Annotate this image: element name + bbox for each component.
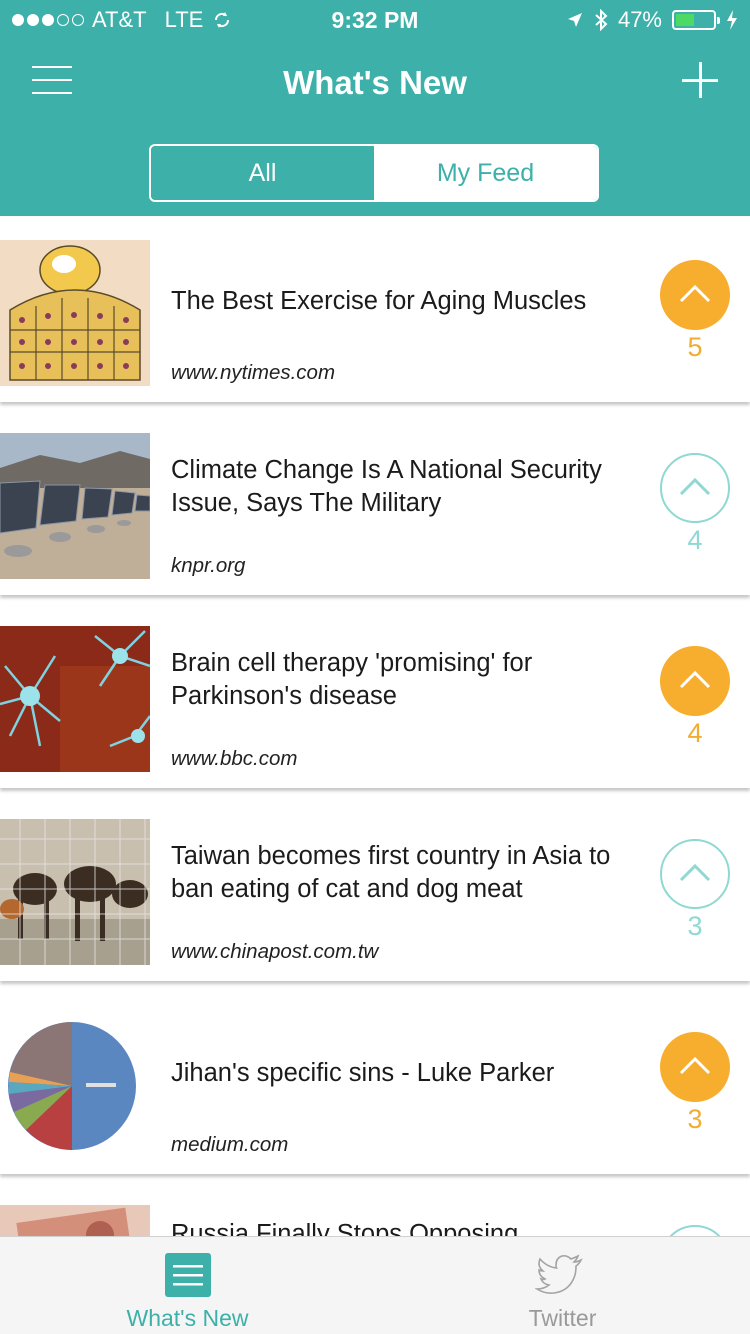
article-title[interactable]: Taiwan becomes first country in Asia to …	[171, 840, 651, 906]
charging-bolt-icon	[727, 10, 737, 30]
article-source: knpr.org	[171, 554, 246, 577]
tab-label: Twitter	[528, 1305, 597, 1331]
vote-count: 3	[687, 1104, 703, 1134]
upvote-button[interactable]	[660, 1225, 730, 1236]
article-thumbnail	[0, 626, 150, 772]
tab-twitter[interactable]: Twitter	[375, 1237, 750, 1334]
upvote-button[interactable]	[660, 646, 730, 716]
twitter-bird-icon	[535, 1254, 583, 1294]
chevron-up-icon	[679, 670, 711, 689]
feed-item[interactable]: Brain cell therapy 'promising' for Parki…	[0, 602, 750, 788]
tab-whats-new[interactable]: What's New	[0, 1237, 375, 1334]
chevron-up-icon	[679, 863, 711, 882]
bluetooth-icon	[595, 9, 608, 31]
feed-item[interactable]: Taiwan becomes first country in Asia to …	[0, 795, 750, 981]
chevron-up-icon	[679, 1056, 711, 1075]
upvote-button[interactable]	[660, 839, 730, 909]
segment-all[interactable]: All	[151, 146, 374, 200]
article-thumbnail	[0, 1012, 150, 1158]
chevron-up-icon	[660, 1225, 730, 1236]
page-title: What's New	[283, 64, 467, 101]
vote-count: 4	[687, 525, 703, 555]
feed-item[interactable]: Russia Finally Stops Opposing	[0, 1181, 750, 1236]
nav-header: AT&T LTE 9:32 PM 47% What's New All My F…	[0, 0, 750, 216]
article-source: www.nytimes.com	[171, 361, 336, 384]
article-thumbnail	[0, 240, 150, 386]
feed-segmented-control: All My Feed	[149, 144, 599, 202]
battery-percent: 47%	[617, 7, 662, 32]
article-title[interactable]: Climate Change Is A National Security Is…	[171, 454, 651, 520]
upvote-button[interactable]	[660, 453, 730, 523]
tab-bar: What's New Twitter	[0, 1236, 750, 1334]
segment-my-feed[interactable]: My Feed	[374, 146, 597, 200]
article-title[interactable]: Russia Finally Stops Opposing	[171, 1218, 651, 1236]
article-title[interactable]: Jihan's specific sins - Luke Parker	[171, 1057, 651, 1090]
vote-count: 4	[687, 718, 703, 748]
location-arrow-icon	[567, 13, 582, 27]
article-title[interactable]: The Best Exercise for Aging Muscles	[171, 285, 651, 318]
chevron-up-icon	[679, 284, 711, 303]
upvote-button[interactable]	[660, 1032, 730, 1102]
article-title[interactable]: Brain cell therapy 'promising' for Parki…	[171, 647, 651, 713]
article-thumbnail	[0, 1205, 150, 1236]
list-icon	[165, 1253, 211, 1297]
add-icon[interactable]	[682, 62, 718, 98]
upvote-button[interactable]	[660, 260, 730, 330]
feed-item[interactable]: Jihan's specific sins - Luke Parker medi…	[0, 988, 750, 1174]
news-feed-list[interactable]: The Best Exercise for Aging Muscles www.…	[0, 216, 750, 1236]
chevron-up-icon	[679, 477, 711, 496]
article-thumbnail	[0, 433, 150, 579]
feed-item[interactable]: The Best Exercise for Aging Muscles www.…	[0, 216, 750, 402]
battery-icon	[672, 10, 720, 30]
tab-label: What's New	[126, 1305, 249, 1331]
article-source: medium.com	[171, 1133, 289, 1156]
article-source: www.chinapost.com.tw	[171, 940, 379, 963]
feed-item[interactable]: Climate Change Is A National Security Is…	[0, 409, 750, 595]
status-bar: AT&T LTE 9:32 PM 47%	[0, 0, 750, 40]
vote-count: 5	[687, 332, 703, 362]
article-thumbnail	[0, 819, 150, 965]
vote-count: 3	[687, 911, 703, 941]
article-source: www.bbc.com	[171, 747, 298, 770]
